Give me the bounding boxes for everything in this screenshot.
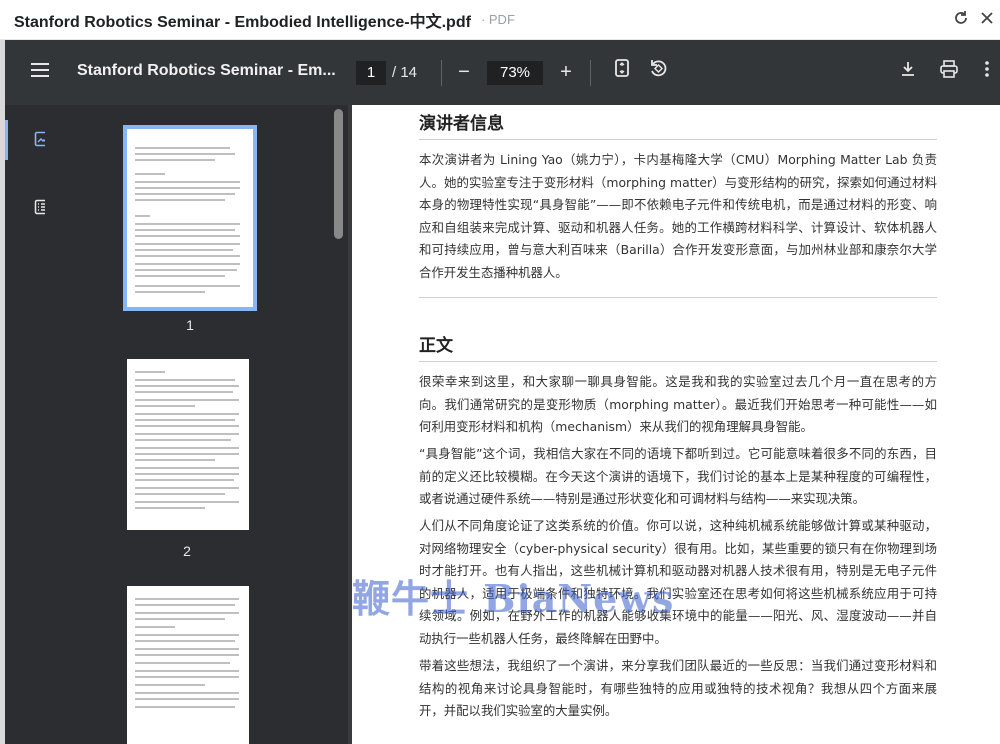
close-icon[interactable] (974, 10, 1000, 31)
section-divider (419, 297, 937, 298)
file-type-label: · PDF (480, 12, 515, 27)
thumbnail-panel: 1 2 (45, 105, 330, 744)
refresh-icon[interactable] (948, 9, 974, 32)
thumbnail-scrollbar[interactable] (330, 105, 348, 744)
page-total: / 14 (392, 64, 418, 81)
menu-icon[interactable] (31, 63, 49, 77)
pdf-toolbar: Stanford Robotics Seminar - Em... 1 / 14… (5, 40, 1000, 105)
rotate-icon[interactable] (645, 58, 671, 86)
file-title: Stanford Robotics Seminar - Embodied Int… (14, 13, 471, 31)
page-thumbnail-1[interactable] (123, 125, 257, 311)
body-paragraph: “具身智能”这个词，我相信大家在不同的语境下都听到过。它可能意味着很多不同的东西… (419, 446, 937, 506)
active-indicator (5, 120, 8, 160)
heading-rule (419, 139, 937, 140)
speaker-paragraph: 本次演讲者为 Lining Yao（姚力宁），卡内基梅隆大学（CMU）Morph… (419, 152, 937, 280)
fit-page-icon[interactable] (609, 58, 635, 86)
heading-rule (419, 361, 937, 362)
zoom-input[interactable]: 73% (487, 61, 543, 85)
page-number-input[interactable]: 1 (356, 61, 386, 85)
more-icon[interactable] (979, 58, 995, 86)
thumbnail-label: 1 (186, 317, 194, 333)
sidebar-rail (5, 105, 50, 744)
toolbar-divider (590, 60, 591, 86)
speaker-heading: 演讲者信息 (419, 114, 504, 134)
body-heading: 正文 (419, 336, 453, 356)
document-title: Stanford Robotics Seminar - Em... (77, 62, 336, 79)
body-paragraph: 很荣幸来到这里，和大家聊一聊具身智能。这是我和我的实验室过去几个月一直在思考的方… (419, 374, 937, 434)
zoom-in-button[interactable]: + (553, 58, 579, 86)
page-thumbnail-3[interactable] (127, 586, 249, 744)
print-icon[interactable] (936, 58, 962, 86)
download-icon[interactable] (895, 58, 921, 86)
body-paragraph: 带着这些想法，我组织了一个演讲，来分享我们团队最近的一些反思：当我们通过变形材料… (419, 658, 937, 718)
toolbar-divider (441, 60, 442, 86)
watermark: 鞭牛士 BiaNews (352, 576, 675, 621)
thumbnail-label: 2 (183, 543, 191, 559)
page-thumbnail-2[interactable] (127, 359, 249, 530)
title-bar: Stanford Robotics Seminar - Embodied Int… (0, 0, 1000, 40)
pdf-page: 演讲者信息 本次演讲者为 Lining Yao（姚力宁），卡内基梅隆大学（CMU… (352, 105, 1000, 744)
zoom-out-button[interactable]: − (451, 58, 477, 86)
